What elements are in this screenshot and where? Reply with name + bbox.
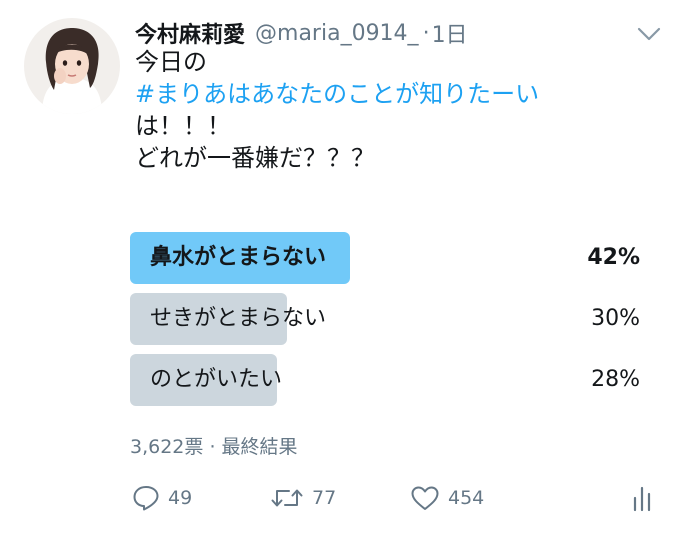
tweet-text: 今日の #まりあはあなたのことが知りたーい は！！！ どれが一番嫌だ？？？ <box>135 46 655 174</box>
analytics-icon <box>632 484 652 512</box>
user-handle[interactable]: @maria_0914_ <box>255 21 419 46</box>
retweet-count: 77 <box>312 487 337 509</box>
poll: 鼻水がとまらない 42% せきがとまらない 30% のとがいたい 28% <box>130 232 640 415</box>
like-count: 454 <box>448 487 485 509</box>
poll-option-label: のとがいたい <box>150 367 283 392</box>
avatar[interactable] <box>24 18 120 114</box>
tweet-text-line: 今日の <box>135 48 207 76</box>
header-separator: · <box>422 20 430 46</box>
tweet-text-line: どれが一番嫌だ？？？ <box>135 144 375 172</box>
chevron-down-icon[interactable] <box>636 24 662 44</box>
tweet-timestamp[interactable]: 1日 <box>432 17 468 49</box>
poll-option: のとがいたい 28% <box>130 354 640 406</box>
poll-option: 鼻水がとまらない 42% <box>130 232 640 284</box>
poll-meta: 3,622票 · 最終結果 <box>130 432 298 459</box>
poll-option-percent: 30% <box>591 306 640 331</box>
tweet-text-line: は！！！ <box>135 112 231 140</box>
display-name[interactable]: 今村麻莉愛 <box>135 17 245 49</box>
analytics-button[interactable] <box>632 482 652 514</box>
reply-button[interactable]: 49 <box>132 482 192 514</box>
tweet-actions: 49 77 454 <box>130 482 660 514</box>
poll-option-label: せきがとまらない <box>150 306 327 331</box>
retweet-button[interactable]: 77 <box>270 482 336 514</box>
tweet-header: 今村麻莉愛 @maria_0914_ · 1日 <box>135 17 468 49</box>
poll-meta-separator: · <box>209 436 216 458</box>
like-button[interactable]: 454 <box>410 482 484 514</box>
poll-vote-count: 3,622票 <box>130 436 204 458</box>
retweet-icon <box>270 485 304 511</box>
poll-option-label: 鼻水がとまらない <box>150 245 327 270</box>
poll-option: せきがとまらない 30% <box>130 293 640 345</box>
poll-option-percent: 42% <box>587 245 640 270</box>
poll-status: 最終結果 <box>221 436 298 458</box>
reply-count: 49 <box>168 487 193 509</box>
poll-option-percent: 28% <box>591 367 640 392</box>
reply-icon <box>132 485 160 511</box>
like-icon <box>410 485 440 511</box>
hashtag-link[interactable]: #まりあはあなたのことが知りたーい <box>135 78 655 110</box>
